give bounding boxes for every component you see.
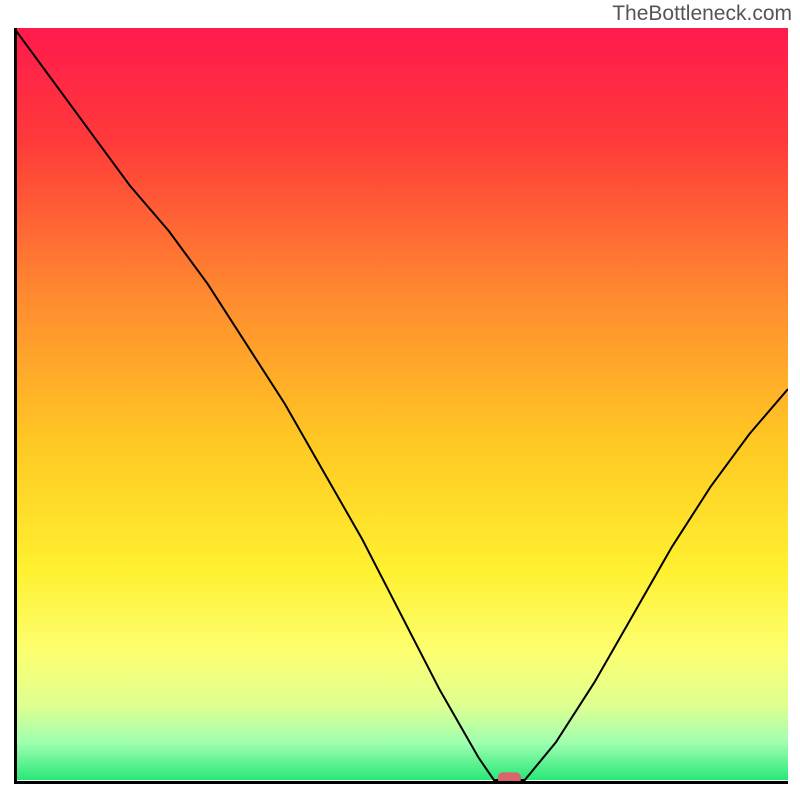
chart-container (14, 28, 788, 786)
watermark-text: TheBottleneck.com (612, 2, 792, 26)
gradient-background (14, 28, 788, 780)
chart-svg (14, 28, 788, 786)
